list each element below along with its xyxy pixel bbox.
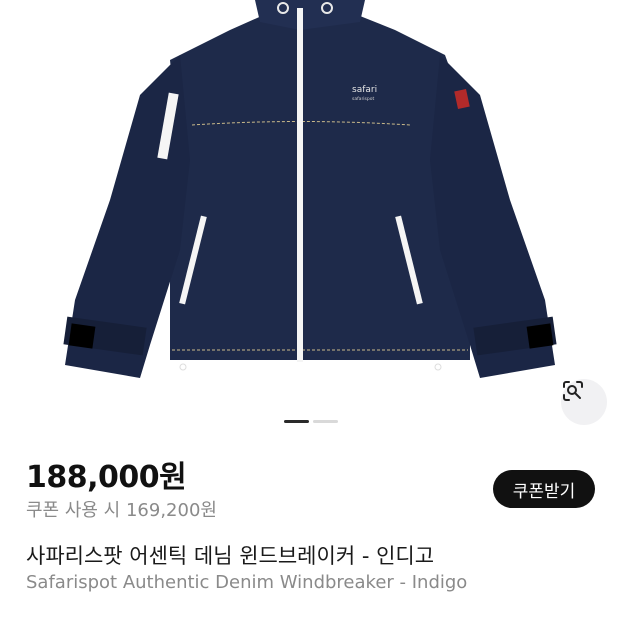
- product-title-korean: 사파리스팟 어센틱 데님 윈드브레이커 - 인디고: [26, 544, 435, 568]
- coupon-price: 쿠폰 사용 시 169,200원: [26, 500, 217, 521]
- product-title-english: Safarispot Authentic Denim Windbreaker -…: [26, 572, 468, 593]
- visual-search-button[interactable]: [561, 379, 607, 425]
- get-coupon-button[interactable]: 쿠폰받기: [493, 470, 595, 508]
- jacket-illustration: safari safarispot: [63, 0, 557, 378]
- jacket-body: [170, 10, 470, 360]
- product-image[interactable]: safari safarispot: [0, 0, 620, 438]
- carousel-indicator: [284, 420, 338, 423]
- chest-logo-sub: safarispot: [352, 96, 374, 102]
- center-zipper: [297, 8, 303, 362]
- right-cuff-strap: [526, 323, 554, 349]
- carousel-dot-1[interactable]: [284, 420, 309, 423]
- product-price: 188,000원: [26, 460, 187, 495]
- left-cuff-strap: [68, 323, 96, 349]
- chest-logo: safari: [352, 85, 377, 95]
- carousel-dot-2[interactable]: [313, 420, 338, 423]
- visual-search-icon: [563, 381, 583, 401]
